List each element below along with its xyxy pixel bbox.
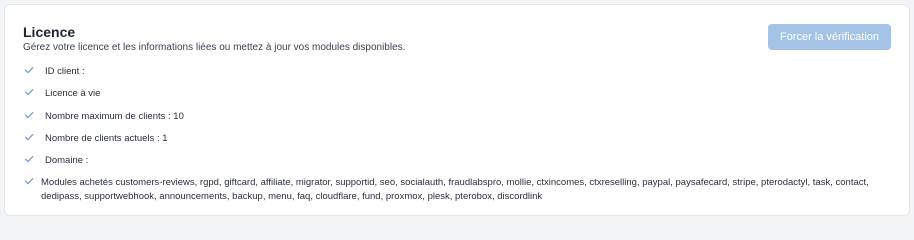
license-title: Licence (23, 24, 76, 40)
list-item-lifetime: Licence à vie (23, 83, 899, 105)
list-item-label: Nombre maximum de clients : 10 (45, 110, 184, 122)
list-item-modules: Modules achetés customers-reviews, rgpd,… (23, 172, 899, 203)
check-icon (23, 175, 35, 187)
license-info-list: ID client : Licence à vie Nombre maximum… (23, 61, 899, 203)
check-icon (23, 109, 35, 121)
check-icon (23, 64, 35, 76)
license-card: Licence Gérez votre licence et les infor… (4, 4, 910, 216)
check-icon (23, 153, 35, 165)
list-item-label: Nombre de clients actuels : 1 (45, 132, 168, 144)
list-item-label: Domaine : (45, 155, 89, 167)
check-icon (23, 131, 35, 143)
license-subtitle: Gérez votre licence et les informations … (23, 42, 406, 53)
force-verification-button[interactable]: Forcer la vérification (768, 24, 891, 50)
list-item-label: Licence à vie (45, 88, 101, 100)
check-icon (23, 86, 35, 98)
list-item-client-id: ID client : (23, 61, 899, 83)
list-item-domain: Domaine : (23, 150, 899, 172)
list-item-label: Modules achetés customers-reviews, rgpd,… (41, 177, 869, 202)
list-item-label: ID client : (45, 66, 85, 77)
list-item-current-clients: Nombre de clients actuels : 1 (23, 128, 899, 150)
list-item-max-clients: Nombre maximum de clients : 10 (23, 106, 899, 128)
